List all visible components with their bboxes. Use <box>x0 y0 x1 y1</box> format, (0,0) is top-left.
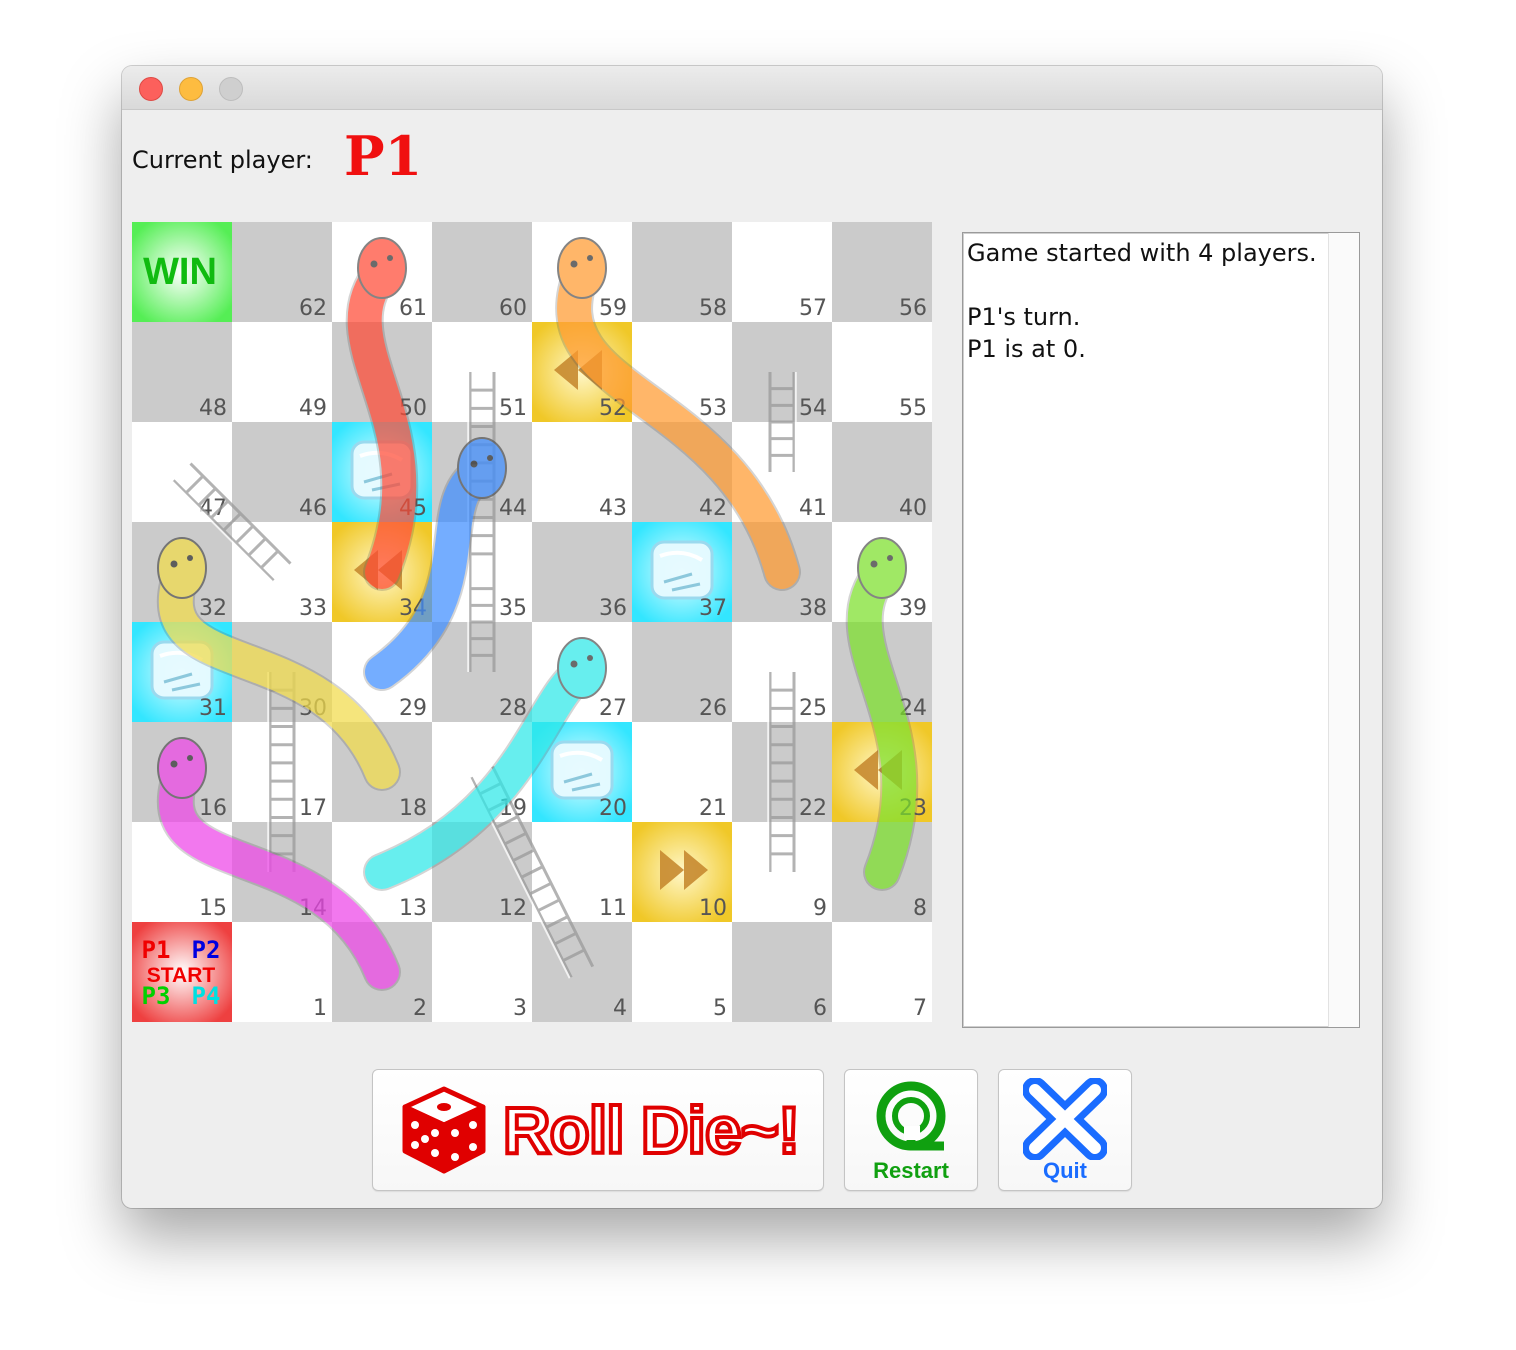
cell-number: 11 <box>599 896 627 921</box>
dice-icon <box>402 1086 486 1174</box>
zoom-window-button[interactable] <box>219 77 243 101</box>
cell-number: 4 <box>613 996 627 1021</box>
cell-number: 39 <box>899 596 927 621</box>
cell-number: 36 <box>599 596 627 621</box>
cell-number: 53 <box>699 396 727 421</box>
cell-number: 9 <box>813 896 827 921</box>
minimize-window-button[interactable] <box>179 77 203 101</box>
cell-number: 12 <box>499 896 527 921</box>
cell-number: 35 <box>499 596 527 621</box>
cell-number: 40 <box>899 496 927 521</box>
cell-number: 41 <box>799 496 827 521</box>
cell-number: 25 <box>799 696 827 721</box>
cell-number: 31 <box>199 696 227 721</box>
cell-number: 61 <box>399 296 427 321</box>
cell-number: 60 <box>499 296 527 321</box>
roll-die-button[interactable]: Roll Die~! <box>372 1069 824 1191</box>
cell-number: 55 <box>899 396 927 421</box>
start-player-token: P2 <box>192 936 221 964</box>
game-window: Current player: P1 WIN P1 P2 P3 P4 START 1 2 3 4 5… <box>122 66 1382 1208</box>
quit-label: Quit <box>1043 1158 1087 1183</box>
ice-cube-icon <box>550 740 614 800</box>
cell-number: 17 <box>299 796 327 821</box>
cell-number: 20 <box>599 796 627 821</box>
cell-number: 27 <box>599 696 627 721</box>
cell-number: 51 <box>499 396 527 421</box>
cell-number: 16 <box>199 796 227 821</box>
restart-icon <box>876 1081 946 1151</box>
cell-number: 54 <box>799 396 827 421</box>
cell-number: 26 <box>699 696 727 721</box>
cell-number: 7 <box>913 996 927 1021</box>
cell-number: 44 <box>499 496 527 521</box>
cell-number: 5 <box>713 996 727 1021</box>
cell-number: 3 <box>513 996 527 1021</box>
log-scrollbar[interactable] <box>1328 233 1359 1027</box>
close-window-button[interactable] <box>139 77 163 101</box>
start-player-token: P1 <box>142 936 171 964</box>
cell-number: 18 <box>399 796 427 821</box>
cell-number: 10 <box>699 896 727 921</box>
cell-number: 48 <box>199 396 227 421</box>
cell-number: 57 <box>799 296 827 321</box>
cell-number: 49 <box>299 396 327 421</box>
cell-number: 38 <box>799 596 827 621</box>
cell-number: 6 <box>813 996 827 1021</box>
game-log[interactable]: Game started with 4 players. P1's turn. … <box>962 232 1360 1028</box>
win-cell: WIN <box>132 222 232 322</box>
cell-number: 43 <box>599 496 627 521</box>
cell-number: 37 <box>699 596 727 621</box>
cell-number: 28 <box>499 696 527 721</box>
title-bar <box>122 66 1382 110</box>
ice-cube-icon <box>650 540 714 600</box>
cell-number: 59 <box>599 296 627 321</box>
game-board: WIN P1 P2 P3 P4 START 1 2 3 4 5 6 7 8 9 10 11 12 13 14 15 16 1… <box>132 222 932 1022</box>
game-log-text: Game started with 4 players. P1's turn. … <box>967 239 1317 363</box>
quit-button[interactable]: Quit <box>998 1069 1132 1191</box>
current-player-label: Current player: <box>132 146 313 174</box>
cell-number: 22 <box>799 796 827 821</box>
cell-number: 8 <box>913 896 927 921</box>
restart-label: Restart <box>873 1158 949 1183</box>
cell-number: 2 <box>413 996 427 1021</box>
cell-number: 46 <box>299 496 327 521</box>
current-player-value: P1 <box>344 124 423 188</box>
cell-number: 58 <box>699 296 727 321</box>
start-cell: P1 P2P3 P4START <box>132 922 232 1022</box>
start-label: START <box>147 964 216 987</box>
restart-button[interactable]: Restart <box>844 1069 978 1191</box>
cell-number: 13 <box>399 896 427 921</box>
cell-number: 32 <box>199 596 227 621</box>
cell-number: 21 <box>699 796 727 821</box>
cell-number: 29 <box>399 696 427 721</box>
win-label: WIN <box>143 251 217 293</box>
cell-number: 1 <box>313 996 327 1021</box>
x-mark-icon <box>1023 1078 1107 1160</box>
cell-number: 56 <box>899 296 927 321</box>
cell-number: 15 <box>199 896 227 921</box>
cell-number: 42 <box>699 496 727 521</box>
roll-die-label: Roll Die~! <box>501 1091 802 1169</box>
board-canvas: WINP1 P2P3 P4START1 2 3 4 5 6 78910111213141516 1… <box>132 222 932 1022</box>
cell-number: 33 <box>299 596 327 621</box>
cell-number: 62 <box>299 296 327 321</box>
